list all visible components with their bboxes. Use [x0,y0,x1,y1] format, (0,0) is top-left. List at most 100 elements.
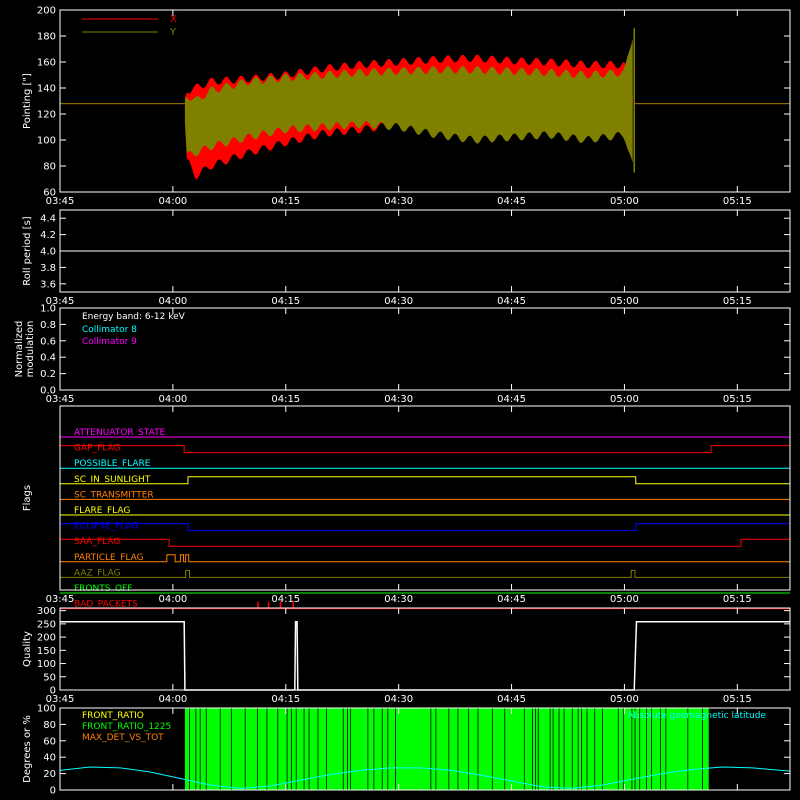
legend-label-x: X [170,14,177,25]
time-tick-label: 05:15 [723,296,752,307]
flag-sc-transmitter-label: SC_TRANSMITTER [74,490,154,500]
y-tick-label: 0.8 [40,320,56,331]
flag-aaz-flag-label: AAZ_FLAG [74,568,121,578]
time-tick-label: 04:00 [158,196,187,207]
energy-band-annotation: Energy band: 6-12 keV [82,312,186,322]
flag-fronts-off-label: FRONTS_OFF [74,584,132,594]
y-tick-label: 0.4 [40,353,56,364]
y-axis-label: modulation [25,321,36,378]
roll-period-panel: 03:45 04:00 04:15 04:30 04:45 05:00 05:15Roll … [22,209,791,307]
flag-eclipse-flag-line [60,523,790,532]
y-tick-label: 200 [37,6,56,17]
time-tick-label: 04:45 [497,694,526,705]
y-tick-label: 60 [43,736,56,747]
time-tick-label: 05:15 [723,394,752,405]
y-tick-label: 0 [50,786,56,797]
time-tick-label: 04:30 [384,196,413,207]
y-tick-label: 160 [37,58,56,69]
y-tick-label: 150 [37,646,56,657]
flag-gap-flag-line [60,445,790,454]
flag-gap-flag-label: GAP_FLAG [74,444,120,454]
flag-eclipse-flag-label: ECLIPSE_FLAG [74,522,138,532]
panel-frame [59,405,791,591]
time-tick-label: 04:30 [384,694,413,705]
y-axis-label: Quality [22,631,33,667]
modulation-panel: 03:45 04:00 04:15 04:30 04:45 05:00 05:15Norma… [14,304,791,405]
time-tick-label: 05:15 [723,594,752,605]
time-tick-label: 04:15 [271,296,300,307]
time-tick-label: 04:45 [497,296,526,307]
time-tick-label: 04:15 [271,394,300,405]
legend-label-front-ratio: FRONT_RATIO [82,711,144,721]
time-tick-label: 04:30 [384,594,413,605]
quality-line [60,621,790,691]
flag-particle-flag-line [60,554,790,563]
panel-frame [59,607,791,691]
flag-saa-flag-line [60,538,790,547]
legend-label-max-det-vs-tot: MAX_DET_VS_TOT [82,733,164,743]
time-tick-label: 04:45 [497,196,526,207]
flags-panel: ATTENUATOR_STATE GAP_FLAG POSSIBLE_FLARE SC… [22,405,791,610]
time-tick-label: 04:00 [158,694,187,705]
y-tick-label: 250 [37,619,56,630]
y-tick-label: 200 [37,633,56,644]
flag-sc-in-sunlight-line [60,476,790,485]
time-tick-label: 05:00 [610,196,639,207]
legend-label-y: Y [169,27,177,38]
flag-possible-flare-label: POSSIBLE_FLARE [74,459,151,469]
time-tick-label: 04:30 [384,296,413,307]
y-axis-label: Flags [22,485,33,511]
y-tick-label: 80 [43,720,56,731]
time-tick-label: 04:00 [158,296,187,307]
time-tick-label: 04:45 [497,394,526,405]
flag-saa-flag-label: SAA_FLAG [74,537,120,547]
time-tick-label: 05:00 [610,694,639,705]
time-tick-label: 04:30 [384,394,413,405]
y-tick-label: 0.0 [40,386,56,397]
legend-label-collimator-8: Collimator 8 [82,325,137,335]
y-tick-label: 0.6 [40,336,56,347]
y-tick-label: 4.2 [40,230,56,241]
time-tick-label: 04:00 [158,394,187,405]
ratio-panel: Degrees or % 0 20 40 60 80 100 FRONT_RATIOFRONT… [22,704,791,797]
y-tick-label: 20 [43,769,56,780]
y-tick-label: 100 [37,704,56,715]
y-axis-label: Degrees or % [22,715,33,783]
time-tick-label: 05:00 [610,296,639,307]
geomag-annotation: Absolute geomagnetic latitude [627,711,766,721]
time-tick-label: 04:15 [271,694,300,705]
y-tick-label: 120 [37,110,56,121]
flag-aaz-flag-line [60,569,790,578]
y-tick-label: 4.0 [40,247,56,258]
y-tick-label: 3.6 [40,279,56,290]
y-tick-label: 60 [43,188,56,199]
y-axis-label: Pointing ["] [22,73,33,129]
y-axis-label: Roll period [s] [22,216,33,285]
time-tick-label: 04:00 [158,594,187,605]
y-axis-label: Normalized [14,321,25,378]
time-tick-label: 05:15 [723,694,752,705]
time-tick-label: 04:15 [271,196,300,207]
y-tick-label: 100 [37,136,56,147]
flag-attenuator-state-label: ATTENUATOR_STATE [74,428,166,438]
time-tick-label: 05:00 [610,594,639,605]
time-tick-label: 05:15 [723,196,752,207]
y-tick-label: 300 [37,606,56,617]
y-tick-label: 100 [37,659,56,670]
y-tick-label: 1.0 [40,304,56,315]
y-tick-label: 50 [43,672,56,683]
y-tick-label: 140 [37,84,56,95]
quality-panel: 03:45 04:00 04:15 04:30 04:45 05:00 05:15Quali… [22,606,791,705]
flag-particle-flag-label: PARTICLE_FLAG [74,553,144,563]
y-tick-label: 180 [37,32,56,43]
y-tick-label: 0.2 [40,369,56,380]
flag-sc-in-sunlight-label: SC_IN_SUNLIGHT [74,475,151,485]
y-tick-label: 4.4 [40,214,56,225]
legend-label-collimator-9: Collimator 9 [82,337,137,347]
pointing-panel: 03:45 04:00 04:15 04:30 04:45 05:00 05:15Point… [22,6,791,207]
y-tick-label: 3.8 [40,263,56,274]
time-tick-label: 03:45 [46,594,75,605]
flag-flare-flag-label: FLARE_FLAG [74,506,130,516]
legend-label-front-ratio-1225: FRONT_RATIO_1225 [82,722,171,732]
time-tick-label: 04:45 [497,594,526,605]
